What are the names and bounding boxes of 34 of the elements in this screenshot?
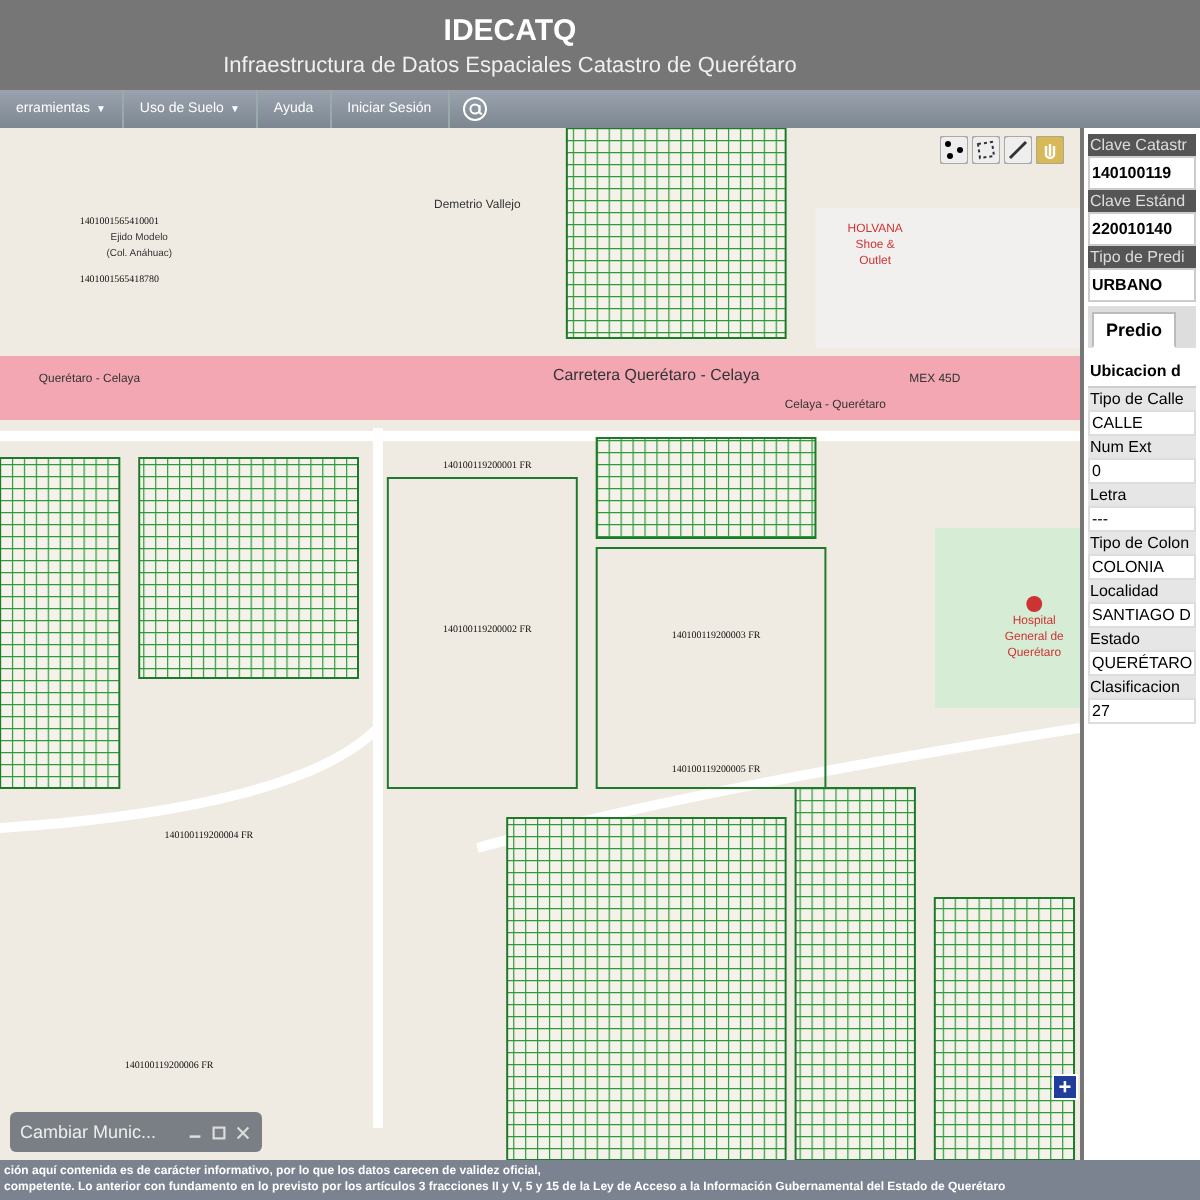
field-value: 140100119 (1088, 156, 1196, 190)
field-label: Localidad (1088, 580, 1196, 602)
field-label: Clave Catastr (1088, 134, 1196, 156)
field-value: 27 (1088, 698, 1196, 724)
field-value: 0 (1088, 458, 1196, 484)
field-label: Tipo de Predi (1088, 246, 1196, 268)
field-value: SANTIAGO D (1088, 602, 1196, 628)
hospital-icon (1026, 596, 1043, 612)
close-icon[interactable] (234, 1123, 252, 1141)
line-tool-icon[interactable] (1004, 136, 1032, 164)
point-tool-icon[interactable] (940, 136, 968, 164)
field-value: COLONIA (1088, 554, 1196, 580)
window-title: Cambiar Munic... (20, 1122, 159, 1142)
map-view[interactable] (0, 128, 1084, 1160)
site-title: IDECATQ (443, 13, 577, 47)
field-value: 220010140 (1088, 212, 1196, 246)
restore-icon[interactable] (210, 1123, 228, 1141)
panel-tab[interactable]: Predio (1092, 312, 1177, 348)
field-label: Estado (1088, 628, 1196, 650)
field-label: Clasificacion (1088, 676, 1196, 698)
field-label: Tipo de Colon (1088, 532, 1196, 554)
field-label: Clave Estánd (1088, 190, 1196, 212)
field-label: Letra (1088, 484, 1196, 506)
field-label: Num Ext (1088, 436, 1196, 458)
email-icon[interactable] (461, 96, 488, 122)
map-label: Carretera Querétaro - Celaya (553, 365, 760, 384)
field-value: CALLE (1088, 410, 1196, 436)
field-value: --- (1088, 506, 1196, 532)
polygon-tool-icon[interactable] (972, 136, 1000, 164)
field-label: Tipo de Calle (1088, 388, 1196, 410)
field-value: URBANO (1088, 268, 1196, 302)
site-subtitle: Infraestructura de Datos Espaciales Catastro de Querétaro (223, 53, 797, 77)
zoom-in-button[interactable]: + (1052, 1074, 1078, 1100)
field-value: QUERÉTARO (1088, 650, 1196, 676)
